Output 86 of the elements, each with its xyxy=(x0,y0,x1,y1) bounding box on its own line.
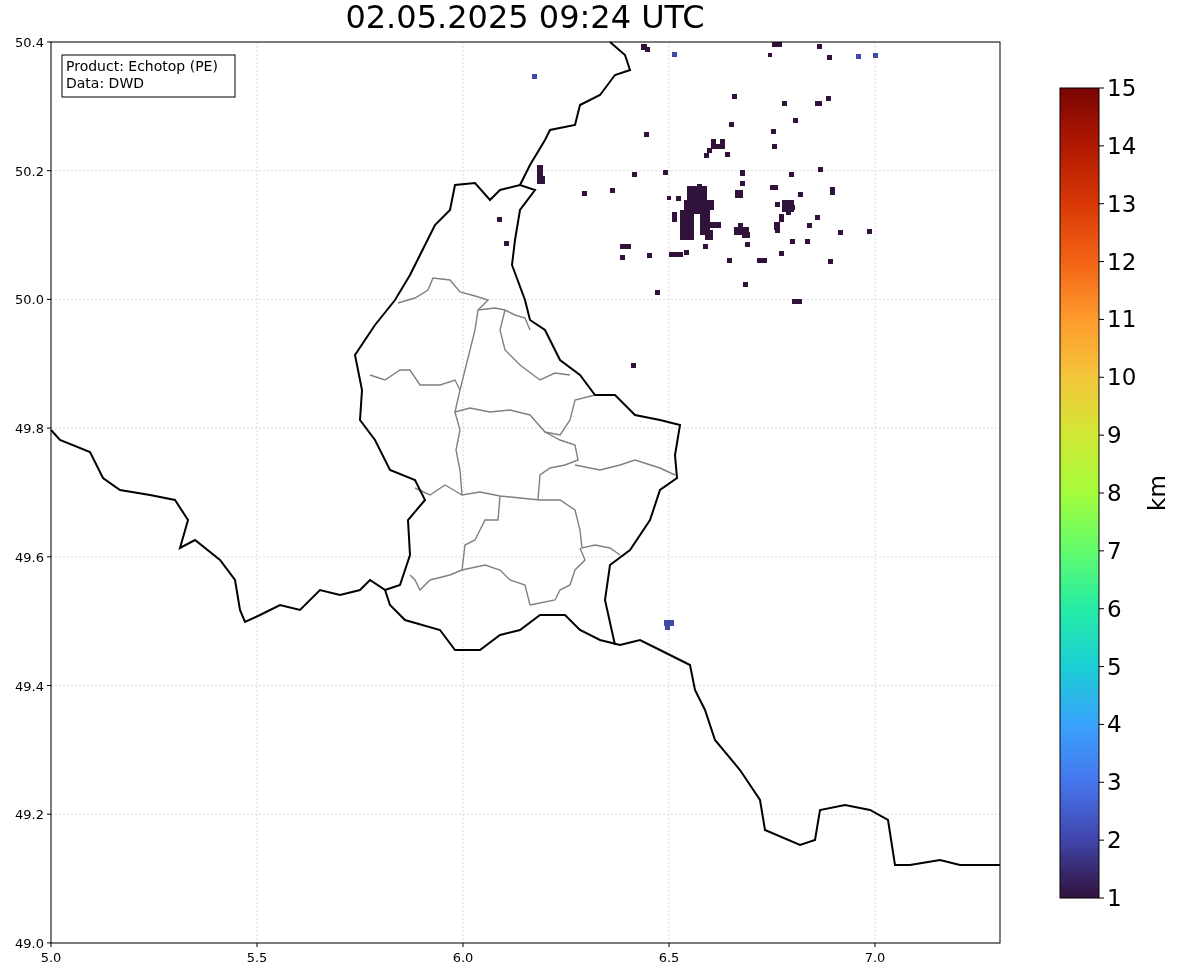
y-tick-label: 49.8 xyxy=(15,421,44,437)
y-tick-label: 50.2 xyxy=(15,163,44,179)
radar-echo-pixel xyxy=(504,241,509,246)
x-tick-label: 7.0 xyxy=(864,950,886,965)
x-tick-label: 6.5 xyxy=(658,950,680,965)
radar-echo-pixel xyxy=(757,258,767,263)
radar-echo-pixel xyxy=(817,44,822,49)
colorbar-tick-label: 3 xyxy=(1107,769,1122,796)
radar-echo-pixel xyxy=(647,253,652,258)
radar-echo-pixel xyxy=(770,185,778,190)
plot-title: 02.05.2025 09:24 UTC xyxy=(345,0,705,37)
radar-echo-pixel xyxy=(830,187,835,195)
colorbar-tick-label: 1 xyxy=(1107,885,1122,911)
colorbar-tick-label: 13 xyxy=(1107,190,1137,217)
radar-echo-pixel xyxy=(838,230,843,235)
x-tick-label: 5.5 xyxy=(246,950,268,965)
radar-echo-pixel xyxy=(792,299,802,304)
radar-echo-pixel xyxy=(873,53,878,58)
radar-echo-pixel xyxy=(672,52,677,57)
legend-text: Product: Echotop (PE) xyxy=(66,58,218,74)
colorbar-tick-label: 9 xyxy=(1107,422,1122,449)
radar-echo-pixel xyxy=(672,212,677,222)
radar-echo-pixel xyxy=(620,255,625,260)
radar-echo-pixel xyxy=(725,152,730,157)
y-tick-label: 49.4 xyxy=(15,678,44,694)
radar-echo-pixel xyxy=(789,172,794,177)
radar-echo-pixel xyxy=(745,242,750,247)
colorbar-tick-label: 10 xyxy=(1107,364,1137,391)
radar-echo-pixel xyxy=(828,259,833,264)
legend-text: Data: DWD xyxy=(66,75,144,91)
radar-echo-pixel xyxy=(740,170,745,176)
colorbar-tick-label: 7 xyxy=(1107,537,1122,564)
y-tick-label: 49.6 xyxy=(15,549,44,565)
colorbar-tick-label: 14 xyxy=(1107,132,1137,159)
radar-echo-pixel xyxy=(610,188,615,193)
colorbar-tick-label: 6 xyxy=(1107,595,1122,622)
radar-echo-pixel xyxy=(772,144,777,149)
radar-echo-pixel xyxy=(740,181,745,186)
y-tick-label: 49.2 xyxy=(15,807,44,823)
radar-echo-pixel xyxy=(655,290,660,295)
radar-echo-pixel xyxy=(826,96,831,101)
radar-echo-pixel xyxy=(676,196,681,201)
radar-echo-pixel xyxy=(818,167,823,172)
colorbar-tick-label: 15 xyxy=(1107,75,1137,101)
radar-echo-pixel xyxy=(729,122,734,127)
radar-echo-pixel xyxy=(779,251,784,256)
x-tick-label: 6.0 xyxy=(452,950,474,965)
y-tick-label: 50.4 xyxy=(15,35,44,50)
x-tick-label: 5.0 xyxy=(40,950,62,965)
colorbar-tick-label: 4 xyxy=(1107,711,1122,738)
radar-echo-pixel xyxy=(775,202,780,207)
radar-echo-pixel xyxy=(867,229,872,234)
radar-echo-pixel xyxy=(632,172,637,177)
radar-echo-pixel xyxy=(790,239,795,244)
radar-echo-pixel xyxy=(727,258,732,263)
colorbar-label: km xyxy=(1144,475,1170,511)
radar-echo-pixel xyxy=(793,118,798,123)
y-tick-label: 50.0 xyxy=(15,292,44,308)
radar-echo-pixel xyxy=(771,129,776,134)
radar-echo-pixel xyxy=(815,101,822,106)
radar-echo-pixel xyxy=(798,192,803,197)
radar-echo-pixel xyxy=(703,244,708,249)
radar-echo-pixel xyxy=(782,101,787,106)
radar-echo-pixel xyxy=(667,196,671,200)
radar-echo-pixel xyxy=(663,170,668,175)
colorbar-tick-label: 8 xyxy=(1107,480,1122,506)
radar-echo-pixel xyxy=(735,190,743,198)
radar-echo-pixel xyxy=(827,55,832,60)
radar-echo-pixel xyxy=(805,239,810,244)
colorbar-tick-label: 11 xyxy=(1107,306,1137,333)
y-tick-label: 49.0 xyxy=(15,935,44,951)
colorbar-tick-label: 2 xyxy=(1107,827,1122,854)
radar-echo-pixel xyxy=(772,42,782,47)
radar-echo-pixel xyxy=(743,282,748,287)
radar-echo-pixel xyxy=(582,191,587,196)
radar-echo-pixel xyxy=(631,363,636,368)
radar-echo-pixel xyxy=(732,94,737,99)
radar-echo-pixel xyxy=(497,217,502,222)
colorbar-tick-label: 5 xyxy=(1107,653,1122,680)
radar-echo-pixel xyxy=(532,74,537,79)
radar-echo-pixel xyxy=(807,223,812,228)
colorbar-tick-label: 12 xyxy=(1107,248,1137,275)
radar-echo-pixel xyxy=(644,132,649,137)
radar-echo-pixel xyxy=(768,53,772,57)
radar-echo-pixel xyxy=(856,54,861,59)
radar-echo-pixel xyxy=(815,215,820,220)
